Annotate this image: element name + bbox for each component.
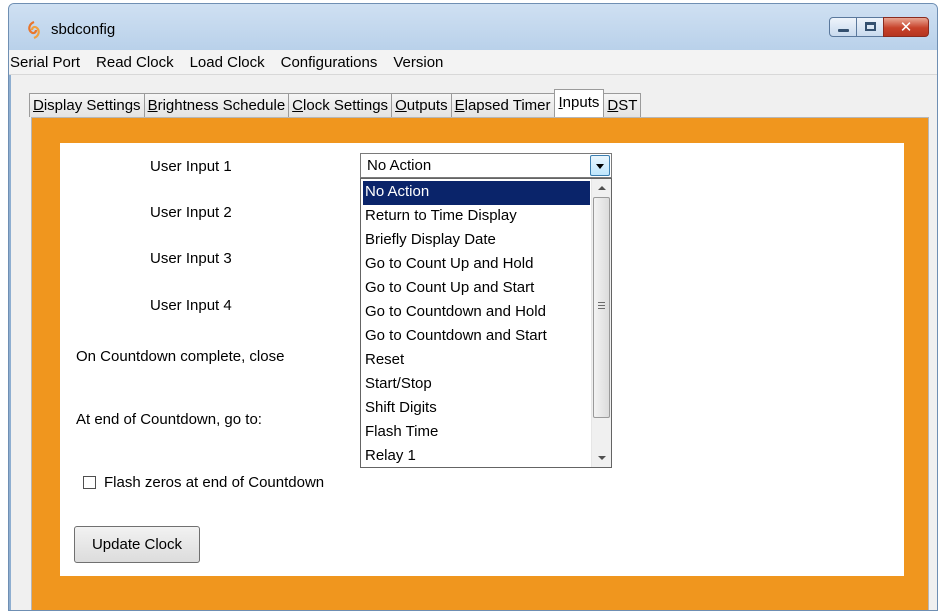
option-relay-1[interactable]: Relay 1 <box>363 445 590 469</box>
scroll-thumb[interactable] <box>593 197 610 418</box>
option-no-action[interactable]: No Action <box>363 181 590 205</box>
tab-dst[interactable]: DST <box>603 93 642 117</box>
option-flash-time[interactable]: Flash Time <box>363 421 590 445</box>
maximize-button[interactable] <box>856 17 884 37</box>
close-icon: ✕ <box>899 18 913 36</box>
user-input-1-select[interactable]: No Action <box>360 153 612 178</box>
inputs-form: User Input 1 User Input 2 User Input 3 U… <box>60 143 904 576</box>
app-logo-icon <box>28 21 40 39</box>
menu-serial-port[interactable]: Serial Port <box>9 50 88 75</box>
user-input-4-label: User Input 4 <box>150 297 232 314</box>
tab-strip: Display Settings Brightness Schedule Clo… <box>29 89 642 117</box>
user-input-1-label: User Input 1 <box>150 158 232 175</box>
tab-elapsed-timer[interactable]: Elapsed Timer <box>450 93 555 117</box>
minimize-button[interactable] <box>829 17 857 37</box>
window-left-border <box>9 75 11 610</box>
user-input-1-value: No Action <box>367 157 432 174</box>
menu-version[interactable]: Version <box>385 50 451 75</box>
tab-clock-settings[interactable]: Clock Settings <box>288 93 393 117</box>
menu-read-clock[interactable]: Read Clock <box>88 50 182 75</box>
menu-bar: Serial Port Read Clock Load Clock Config… <box>9 50 937 75</box>
maximize-icon <box>865 22 876 31</box>
option-count-up-hold[interactable]: Go to Count Up and Hold <box>363 253 590 277</box>
tab-display-settings[interactable]: Display Settings <box>29 93 145 117</box>
menu-configurations[interactable]: Configurations <box>273 50 386 75</box>
flash-zeros-label: Flash zeros at end of Countdown <box>104 474 325 491</box>
flash-zeros-checkbox[interactable] <box>83 476 96 489</box>
menu-load-clock[interactable]: Load Clock <box>182 50 273 75</box>
window-title: sbdconfig <box>51 21 116 38</box>
minimize-icon <box>838 29 849 32</box>
option-shift-digits[interactable]: Shift Digits <box>363 397 590 421</box>
close-button[interactable]: ✕ <box>883 17 929 37</box>
option-countdown-start[interactable]: Go to Countdown and Start <box>363 325 590 349</box>
inputs-tab-panel: User Input 1 User Input 2 User Input 3 U… <box>31 117 929 610</box>
chevron-down-icon <box>596 164 604 169</box>
option-return-to-time-display[interactable]: Return to Time Display <box>363 205 590 229</box>
update-clock-button[interactable]: Update Clock <box>74 526 200 563</box>
title-bar: sbdconfig ✕ <box>9 4 937 50</box>
user-input-1-dropdown-list: No Action Return to Time Display Briefly… <box>360 178 612 468</box>
scroll-down-button[interactable] <box>592 449 611 467</box>
window-controls: ✕ <box>829 17 929 37</box>
scroll-up-button[interactable] <box>592 179 611 197</box>
arrow-down-icon <box>598 456 606 460</box>
user-input-3-label: User Input 3 <box>150 250 232 267</box>
option-reset[interactable]: Reset <box>363 349 590 373</box>
tab-outputs[interactable]: Outputs <box>391 93 452 117</box>
tab-brightness-schedule[interactable]: Brightness Schedule <box>143 93 290 117</box>
countdown-close-label: On Countdown complete, close <box>76 348 285 365</box>
app-window: sbdconfig ✕ Serial Port Read Clock Load … <box>8 3 938 611</box>
client-area: Display Settings Brightness Schedule Clo… <box>9 75 937 610</box>
grip-icon <box>598 302 605 311</box>
user-input-2-label: User Input 2 <box>150 204 232 221</box>
dropdown-scrollbar[interactable] <box>591 179 611 467</box>
option-briefly-display-date[interactable]: Briefly Display Date <box>363 229 590 253</box>
option-countdown-hold[interactable]: Go to Countdown and Hold <box>363 301 590 325</box>
arrow-up-icon <box>598 186 606 190</box>
option-start-stop[interactable]: Start/Stop <box>363 373 590 397</box>
option-count-up-start[interactable]: Go to Count Up and Start <box>363 277 590 301</box>
dropdown-button[interactable] <box>590 155 610 176</box>
tab-inputs[interactable]: Inputs <box>553 89 605 117</box>
countdown-goto-label: At end of Countdown, go to: <box>76 411 262 428</box>
